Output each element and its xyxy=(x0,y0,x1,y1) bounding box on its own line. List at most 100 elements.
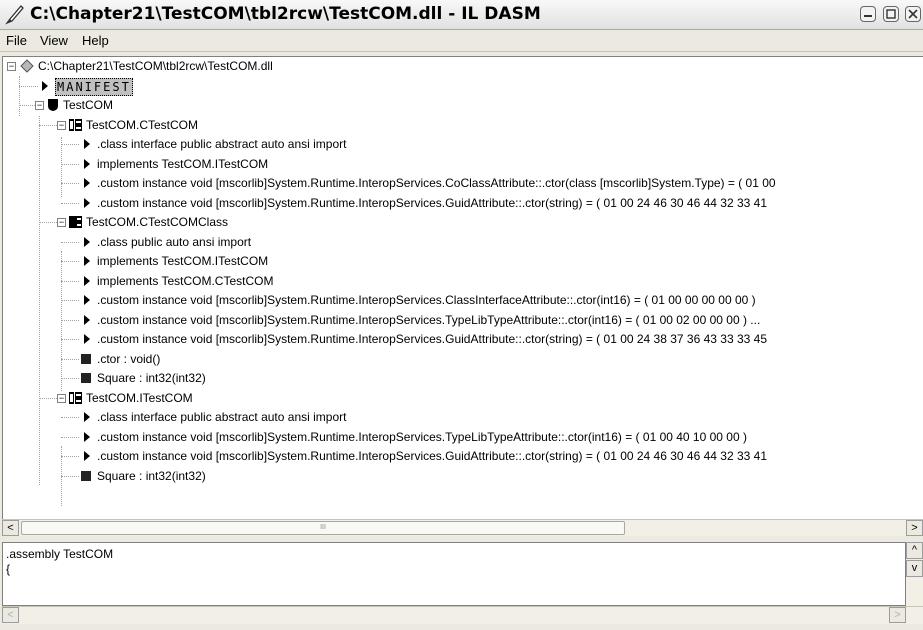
tree-node-member[interactable]: implements TestCOM.ITestCOM xyxy=(3,251,923,271)
maximize-icon xyxy=(885,9,896,19)
collapse-toggle[interactable]: − xyxy=(35,101,44,110)
namespace-shield-icon xyxy=(48,99,58,111)
tree-node-label: .class interface public abstract auto an… xyxy=(97,410,347,424)
scroll-up-icon: ^ xyxy=(911,544,918,556)
scroll-down-icon: v xyxy=(911,562,918,574)
scroll-left-icon: < xyxy=(7,522,14,534)
tree-node-label: .custom instance void [mscorlib]System.R… xyxy=(97,449,767,463)
menu-file[interactable]: File xyxy=(6,33,27,48)
attribute-triangle-icon xyxy=(84,431,90,442)
tree-node-member[interactable]: .custom instance void [mscorlib]System.R… xyxy=(3,290,923,310)
menu-help[interactable]: Help xyxy=(82,33,109,48)
attribute-triangle-icon xyxy=(84,334,90,344)
text-vertical-scrollbar[interactable]: ^ v xyxy=(906,542,923,606)
collapse-toggle[interactable]: − xyxy=(57,218,66,227)
text-horizontal-scrollbar[interactable]: < > xyxy=(2,606,923,624)
tree-node-label: .custom instance void [mscorlib]System.R… xyxy=(97,293,756,307)
close-icon xyxy=(908,9,918,19)
tree-node-label: .custom instance void [mscorlib]System.R… xyxy=(97,312,761,327)
tree-node-member[interactable]: .class interface public abstract auto an… xyxy=(3,134,923,154)
text-scroll-right-icon: > xyxy=(894,609,901,621)
tree-node-root[interactable]: − C:\Chapter21\TestCOM\tbl2rcw\TestCOM.dl… xyxy=(3,57,923,76)
scroll-grip-icon: III xyxy=(320,524,326,531)
tree-node-label: .class public auto ansi import xyxy=(97,234,252,249)
scroll-right-icon: > xyxy=(911,522,918,534)
interface-type-icon xyxy=(69,391,82,404)
tree-node-label: .ctor : void() xyxy=(97,351,161,366)
attribute-triangle-icon xyxy=(84,451,90,461)
tree-node-member[interactable]: .custom instance void [mscorlib]System.R… xyxy=(3,329,923,349)
menu-bar: File View Help xyxy=(0,30,923,52)
tree-node-label: .custom instance void [mscorlib]System.R… xyxy=(97,176,776,190)
tree-node-type[interactable]: − TestCOM.CTestCOMClass xyxy=(3,212,923,232)
tree-node-label: implements TestCOM.ITestCOM xyxy=(97,156,269,171)
tree-node-label: MANIFEST xyxy=(55,77,133,96)
text-scroll-left-button[interactable]: < xyxy=(2,607,19,623)
tree-node-label: .custom instance void [mscorlib]System.R… xyxy=(97,429,747,444)
il-text-panel[interactable]: .assembly TestCOM { xyxy=(2,542,906,606)
title-bar: C:\Chapter21\TestCOM\tbl2rcw\TestCOM.dll… xyxy=(0,0,923,30)
attribute-triangle-icon xyxy=(84,139,90,149)
attribute-triangle-icon xyxy=(84,197,90,208)
tree-node-label: TestCOM.CTestCOM xyxy=(86,117,199,132)
attribute-triangle-icon xyxy=(84,314,90,325)
tree-node-member[interactable]: .custom instance void [mscorlib]System.R… xyxy=(3,193,923,213)
tree-node-member[interactable]: .custom instance void [mscorlib]System.R… xyxy=(3,173,923,193)
attribute-triangle-icon xyxy=(84,275,90,286)
tree-node-label: C:\Chapter21\TestCOM\tbl2rcw\TestCOM.dll xyxy=(38,59,273,73)
tree-node-label: Square : int32(int32) xyxy=(97,371,206,385)
scroll-up-button[interactable]: ^ xyxy=(906,542,923,559)
tree-node-member[interactable]: .class public auto ansi import xyxy=(3,232,923,252)
attribute-triangle-icon xyxy=(84,178,90,188)
menu-view[interactable]: View xyxy=(40,33,68,48)
tree-node-type[interactable]: − TestCOM.CTestCOM xyxy=(3,115,923,135)
text-scroll-right-button[interactable]: > xyxy=(889,607,906,623)
tree-view[interactable]: − C:\Chapter21\TestCOM\tbl2rcw\TestCOM.dl… xyxy=(2,56,923,519)
tree-node-label: TestCOM xyxy=(63,98,114,112)
tree-node-member[interactable]: implements TestCOM.ITestCOM xyxy=(3,154,923,174)
attribute-triangle-icon xyxy=(84,256,90,266)
tree-node-label: .custom instance void [mscorlib]System.R… xyxy=(97,332,767,346)
tree-node-member[interactable]: .custom instance void [mscorlib]System.R… xyxy=(3,446,923,466)
scroll-left-button[interactable]: < xyxy=(2,520,19,536)
method-square-icon xyxy=(81,470,91,481)
tree-node-type[interactable]: − TestCOM.ITestCOM xyxy=(3,388,923,408)
maximize-button[interactable] xyxy=(882,6,899,22)
tree-node-label: implements TestCOM.ITestCOM xyxy=(97,254,269,268)
tree-node-member[interactable]: implements TestCOM.CTestCOM xyxy=(3,271,923,291)
collapse-toggle[interactable]: − xyxy=(7,62,16,71)
minimize-icon xyxy=(864,15,873,17)
attribute-triangle-icon xyxy=(84,412,90,422)
method-square-icon xyxy=(81,373,91,383)
attribute-triangle-icon xyxy=(42,80,48,91)
attribute-triangle-icon xyxy=(84,295,90,305)
scroll-right-button[interactable]: > xyxy=(906,520,923,536)
tree-node-label: .custom instance void [mscorlib]System.R… xyxy=(97,195,767,210)
attribute-triangle-icon xyxy=(84,236,90,247)
method-square-icon xyxy=(81,353,91,364)
scroll-thumb[interactable]: III xyxy=(21,521,625,535)
tree-node-member[interactable]: Square : int32(int32) xyxy=(3,466,923,486)
tree-node-label: .class interface public abstract auto an… xyxy=(97,137,347,151)
tree-node-namespace[interactable]: − TestCOM xyxy=(3,95,923,115)
class-type-icon xyxy=(69,216,82,228)
tree-node-member[interactable]: .class interface public abstract auto an… xyxy=(3,407,923,427)
tree-horizontal-scrollbar[interactable]: < III > xyxy=(2,519,923,536)
tree-node-label: implements TestCOM.CTestCOM xyxy=(97,273,274,288)
tree-node-member[interactable]: .custom instance void [mscorlib]System.R… xyxy=(3,310,923,330)
minimize-button[interactable] xyxy=(860,6,877,22)
attribute-triangle-icon xyxy=(84,158,90,169)
collapse-toggle[interactable]: − xyxy=(57,120,66,130)
tree-node-member[interactable]: Square : int32(int32) xyxy=(3,368,923,388)
tree-node-manifest[interactable]: MANIFEST xyxy=(3,76,923,96)
interface-type-icon xyxy=(69,118,82,131)
collapse-toggle[interactable]: − xyxy=(57,393,66,403)
tree-node-label: TestCOM.ITestCOM xyxy=(86,390,193,405)
assembly-diamond-icon xyxy=(20,59,34,73)
scroll-down-button[interactable]: v xyxy=(906,560,923,577)
close-button[interactable] xyxy=(905,6,921,22)
window-title: C:\Chapter21\TestCOM\tbl2rcw\TestCOM.dll… xyxy=(30,4,541,24)
tree-node-member[interactable]: .ctor : void() xyxy=(3,349,923,369)
tree-node-member[interactable]: .custom instance void [mscorlib]System.R… xyxy=(3,427,923,447)
text-scroll-left-icon: < xyxy=(7,609,14,621)
